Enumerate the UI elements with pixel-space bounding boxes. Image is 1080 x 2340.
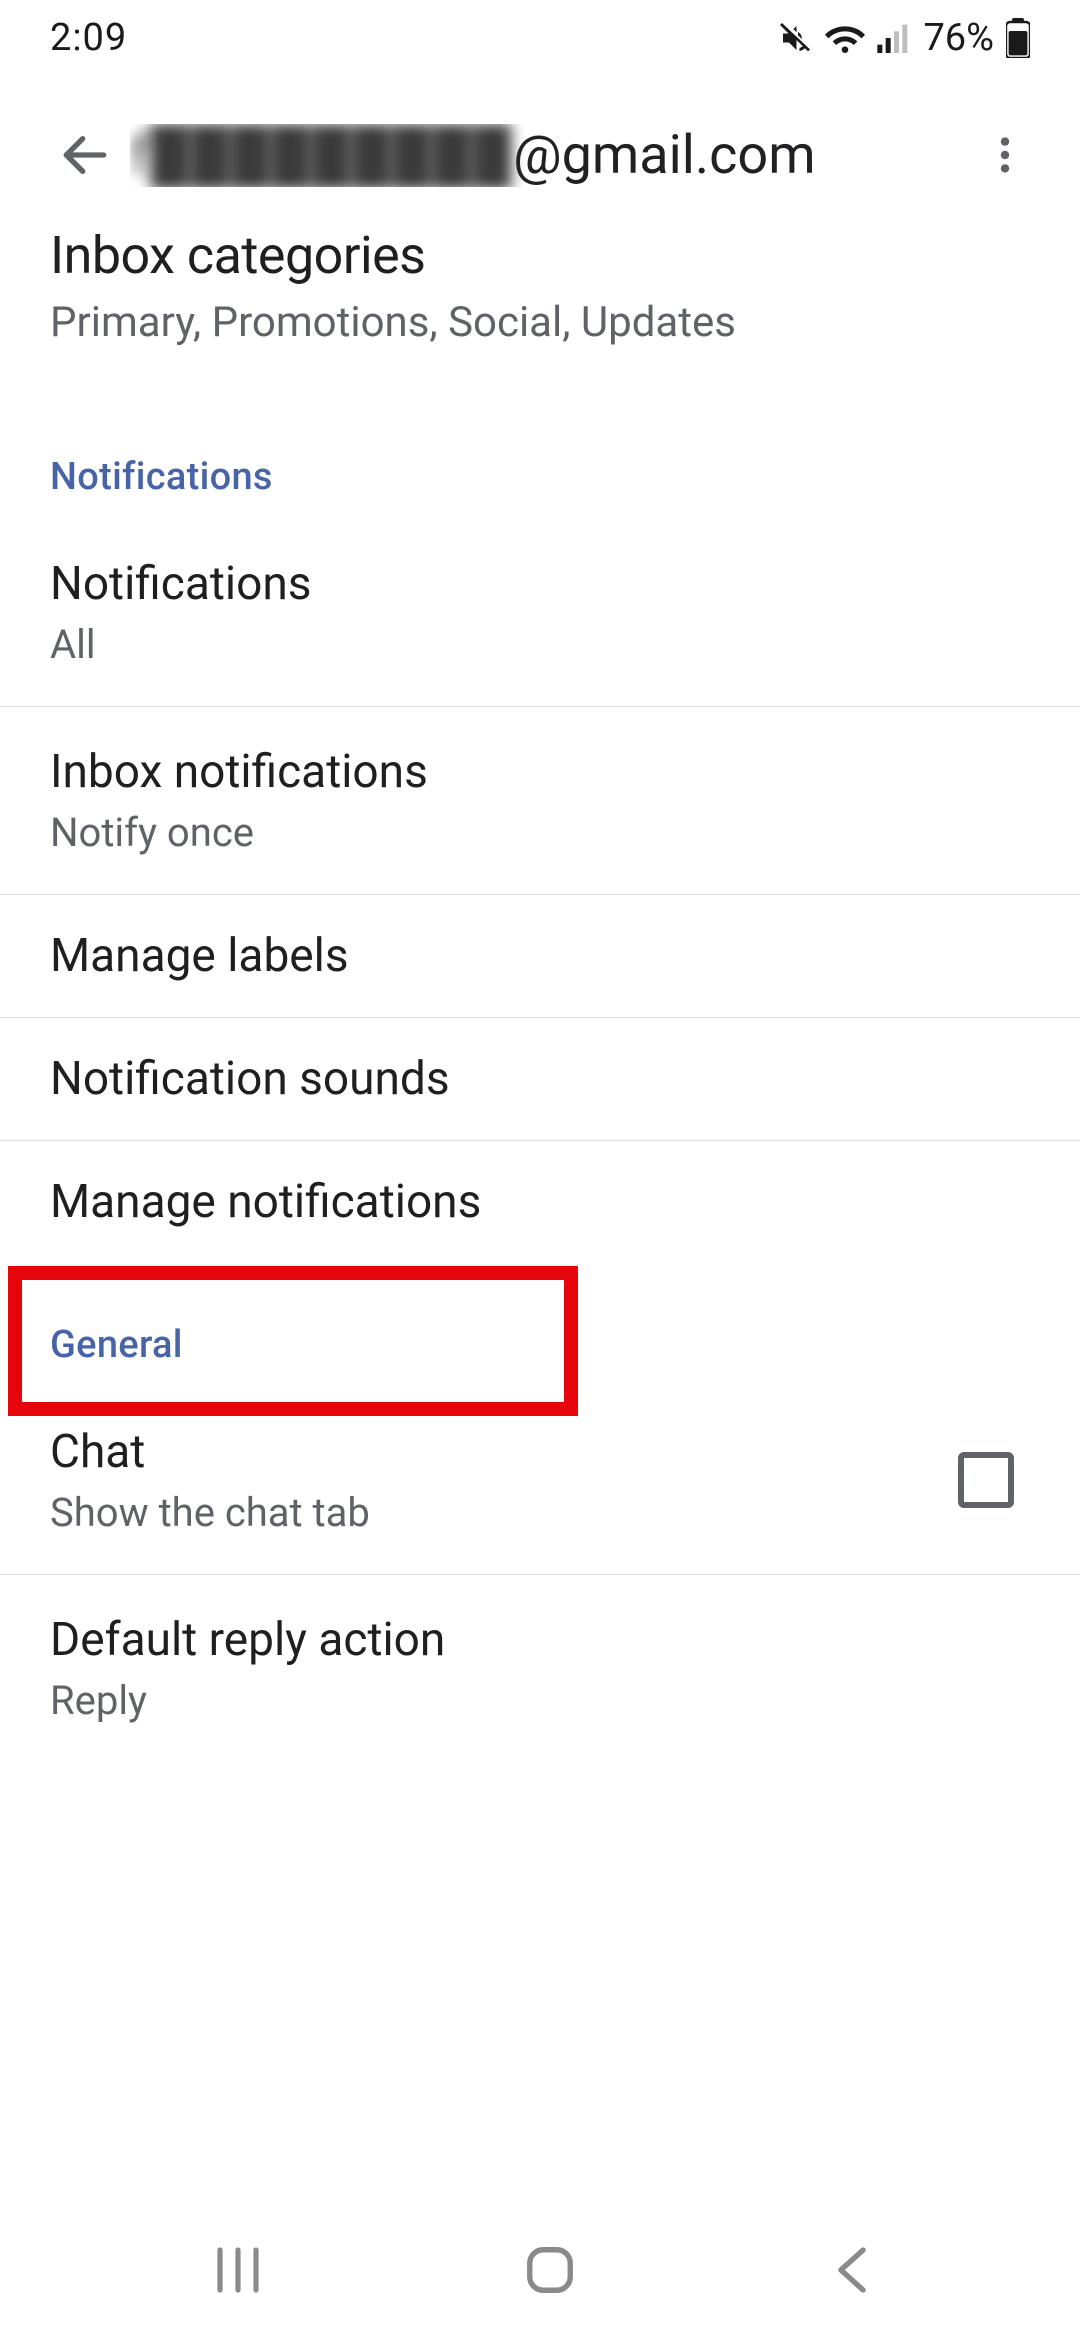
status-right: 76% xyxy=(777,16,1030,60)
status-bar: 2:09 76% xyxy=(0,0,1080,75)
default-reply-subtitle: Reply xyxy=(50,1677,1030,1724)
battery-percentage: 76% xyxy=(923,16,994,60)
setting-manage-notifications[interactable]: Manage notifications xyxy=(0,1141,1080,1263)
status-time: 2:09 xyxy=(50,16,127,60)
manage-labels-title: Manage labels xyxy=(50,929,1030,983)
setting-manage-labels[interactable]: Manage labels xyxy=(0,895,1080,1018)
account-domain: @gmail.com xyxy=(513,124,815,187)
chat-subtitle: Show the chat tab xyxy=(50,1489,958,1536)
setting-inbox-categories[interactable]: Inbox categories Primary, Promotions, So… xyxy=(0,229,1080,395)
setting-chat[interactable]: Chat Show the chat tab xyxy=(0,1387,1080,1575)
inbox-categories-subtitle: Primary, Promotions, Social, Updates xyxy=(50,298,1030,347)
default-reply-title: Default reply action xyxy=(50,1613,1030,1667)
account-title: f█████████@gmail.com xyxy=(130,124,960,187)
nav-home-button[interactable] xyxy=(523,2243,577,2297)
inbox-notifications-subtitle: Notify once xyxy=(50,809,1030,856)
nav-back-button[interactable] xyxy=(832,2243,872,2297)
nav-recents-button[interactable] xyxy=(208,2246,268,2294)
setting-default-reply[interactable]: Default reply action Reply xyxy=(0,1575,1080,1762)
more-vert-icon xyxy=(982,132,1028,178)
nav-back-icon xyxy=(832,2243,872,2297)
back-button[interactable] xyxy=(40,127,130,183)
settings-content: Inbox categories Primary, Promotions, So… xyxy=(0,229,1080,1762)
overflow-menu-button[interactable] xyxy=(960,132,1050,178)
setting-notifications[interactable]: Notifications All xyxy=(0,519,1080,707)
chat-checkbox[interactable] xyxy=(958,1452,1014,1508)
manage-notifications-title: Manage notifications xyxy=(50,1175,1030,1229)
section-general: General xyxy=(0,1263,1080,1387)
notification-sounds-title: Notification sounds xyxy=(50,1052,1030,1106)
battery-icon xyxy=(1006,18,1030,58)
account-name-obscured: f█████████ xyxy=(130,124,513,187)
chat-title: Chat xyxy=(50,1425,958,1479)
back-arrow-icon xyxy=(57,127,113,183)
setting-inbox-notifications[interactable]: Inbox notifications Notify once xyxy=(0,707,1080,895)
signal-icon xyxy=(877,23,911,53)
system-nav-bar xyxy=(0,2200,1080,2340)
home-icon xyxy=(523,2243,577,2297)
wifi-icon xyxy=(825,21,865,55)
inbox-notifications-title: Inbox notifications xyxy=(50,745,1030,799)
section-notifications: Notifications xyxy=(0,395,1080,519)
setting-notification-sounds[interactable]: Notification sounds xyxy=(0,1018,1080,1141)
notifications-subtitle: All xyxy=(50,621,1030,668)
inbox-categories-title: Inbox categories xyxy=(50,229,1030,284)
app-bar: f█████████@gmail.com xyxy=(0,75,1080,235)
mute-icon xyxy=(777,20,813,56)
notifications-title: Notifications xyxy=(50,557,1030,611)
recents-icon xyxy=(208,2246,268,2294)
